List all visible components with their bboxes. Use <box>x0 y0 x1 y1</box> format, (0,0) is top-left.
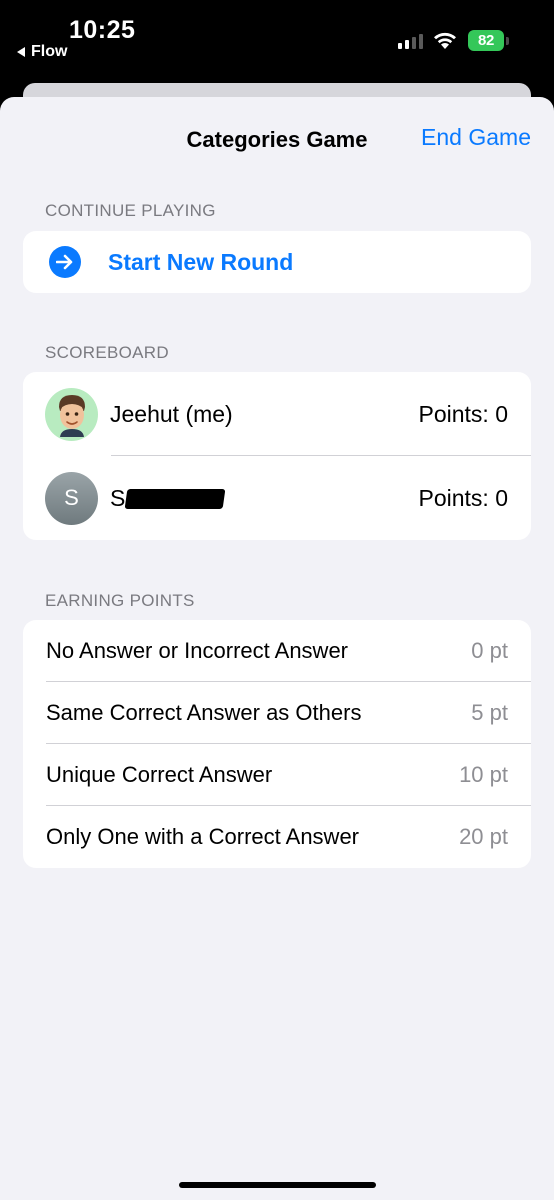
player-name-visible: S <box>110 484 126 511</box>
rule-points: 20 pt <box>459 824 508 849</box>
player-name: Jeehut (me) <box>110 400 233 427</box>
battery-icon: 82 <box>468 30 509 51</box>
scoreboard-card: Jeehut (me) Points: 0 S S Points: 0 <box>23 372 531 540</box>
continue-playing-header: CONTINUE PLAYING <box>45 201 216 220</box>
home-indicator[interactable] <box>179 1182 376 1188</box>
player-points: Points: 0 <box>418 400 509 427</box>
rule-points: 5 pt <box>471 700 508 725</box>
battery-level: 82 <box>468 30 504 51</box>
memoji-avatar <box>45 387 98 441</box>
end-game-button[interactable]: End Game <box>421 124 531 151</box>
rule-row: No Answer or Incorrect Answer 0 pt <box>23 620 531 682</box>
status-time: 10:25 <box>69 16 136 44</box>
rule-label: Same Correct Answer as Others <box>46 700 362 725</box>
back-app-label: Flow <box>31 43 68 60</box>
arrow-right-circle-icon <box>49 246 81 278</box>
rule-row: Unique Correct Answer 10 pt <box>23 744 531 806</box>
initial-avatar: S <box>45 471 98 525</box>
rule-label: No Answer or Incorrect Answer <box>46 638 349 663</box>
rule-label: Only One with a Correct Answer <box>46 824 360 849</box>
rule-points: 0 pt <box>471 638 508 663</box>
rule-points: 10 pt <box>459 762 508 787</box>
cellular-signal-icon <box>398 34 423 49</box>
scoreboard-header: SCOREBOARD <box>45 343 169 362</box>
redaction-mark <box>124 489 226 510</box>
back-to-app-link[interactable]: Flow <box>17 43 67 61</box>
wifi-icon <box>434 32 456 49</box>
rule-row: Same Correct Answer as Others 5 pt <box>23 682 531 744</box>
start-new-round-button[interactable]: Start New Round <box>23 231 531 293</box>
rule-row: Only One with a Correct Answer 20 pt <box>23 806 531 868</box>
player-points: Points: 0 <box>418 484 509 511</box>
player-row: S S Points: 0 <box>23 456 531 540</box>
continue-playing-card: Start New Round <box>23 231 531 293</box>
start-new-round-label: Start New Round <box>108 248 294 275</box>
player-name: S <box>110 485 419 512</box>
rule-label: Unique Correct Answer <box>46 762 273 787</box>
status-bar: 10:25 Flow 82 <box>0 0 554 96</box>
earning-points-header: EARNING POINTS <box>45 591 195 610</box>
player-row: Jeehut (me) Points: 0 <box>23 372 531 456</box>
back-triangle-icon <box>17 47 25 57</box>
earning-points-card: No Answer or Incorrect Answer 0 pt Same … <box>23 620 531 868</box>
